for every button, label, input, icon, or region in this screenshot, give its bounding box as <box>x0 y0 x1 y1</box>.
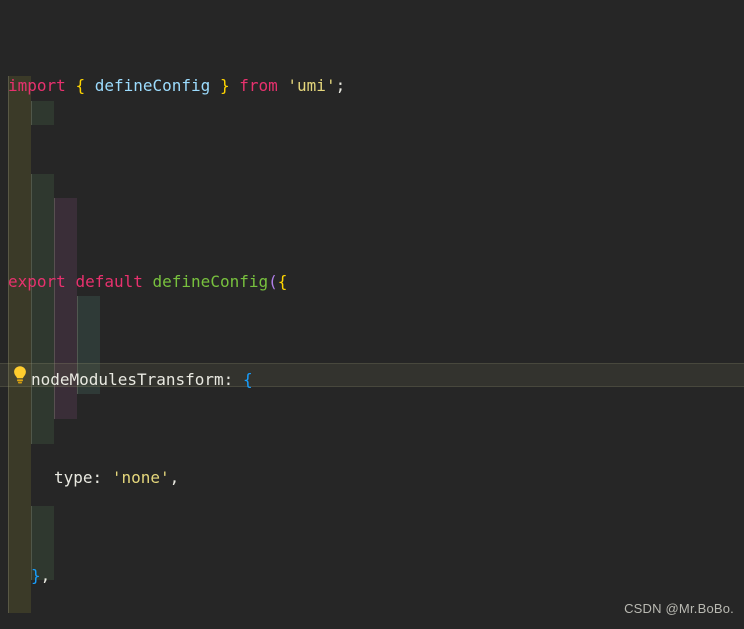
token-string-umi: 'umi' <box>287 75 336 95</box>
code-line-4[interactable]: nodeModulesTransform: { <box>0 368 744 393</box>
token-comma: , <box>40 565 51 585</box>
csdn-watermark: CSDN @Mr.BoBo. <box>624 600 734 616</box>
token-paren-open: ( <box>268 271 278 291</box>
token-brace-close: } <box>219 75 230 95</box>
token-semicolon: ; <box>335 75 346 95</box>
code-editor-pane[interactable]: import { defineConfig } from 'umi'; expo… <box>0 0 744 629</box>
token-identifier-defineconfig: defineConfig <box>94 75 211 95</box>
code-line-1[interactable]: import { defineConfig } from 'umi'; <box>0 74 744 99</box>
token-keyword-from: from <box>239 75 278 95</box>
token-keyword-default: default <box>75 271 143 291</box>
code-line-6[interactable]: }, <box>0 564 744 589</box>
code-line-3[interactable]: export default defineConfig({ <box>0 270 744 295</box>
token-comma: , <box>169 467 180 487</box>
token-keyword-export: export <box>8 271 66 291</box>
token-brace-open: { <box>242 369 253 389</box>
token-keyword-import: import <box>8 75 66 95</box>
code-line-5[interactable]: type: 'none', <box>0 466 744 491</box>
token-brace-close: } <box>31 565 41 585</box>
token-string-none: 'none' <box>111 467 170 487</box>
token-brace-open: { <box>75 75 86 95</box>
token-function-defineconfig: defineConfig <box>152 271 269 291</box>
token-key-nodemodulestransform: nodeModulesTransform <box>31 369 224 389</box>
code-text[interactable]: import { defineConfig } from 'umi'; expo… <box>0 0 744 629</box>
token-brace-open: { <box>277 271 288 291</box>
code-line-2-blank[interactable] <box>0 172 744 197</box>
token-colon: : <box>92 467 103 487</box>
token-colon: : <box>223 369 234 389</box>
token-key-type: type <box>54 467 93 487</box>
